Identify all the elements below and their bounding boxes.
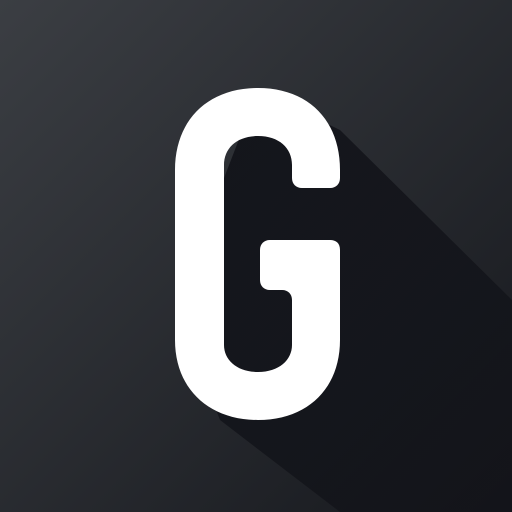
app-icon-artwork [0, 0, 512, 512]
app-icon [0, 0, 512, 512]
